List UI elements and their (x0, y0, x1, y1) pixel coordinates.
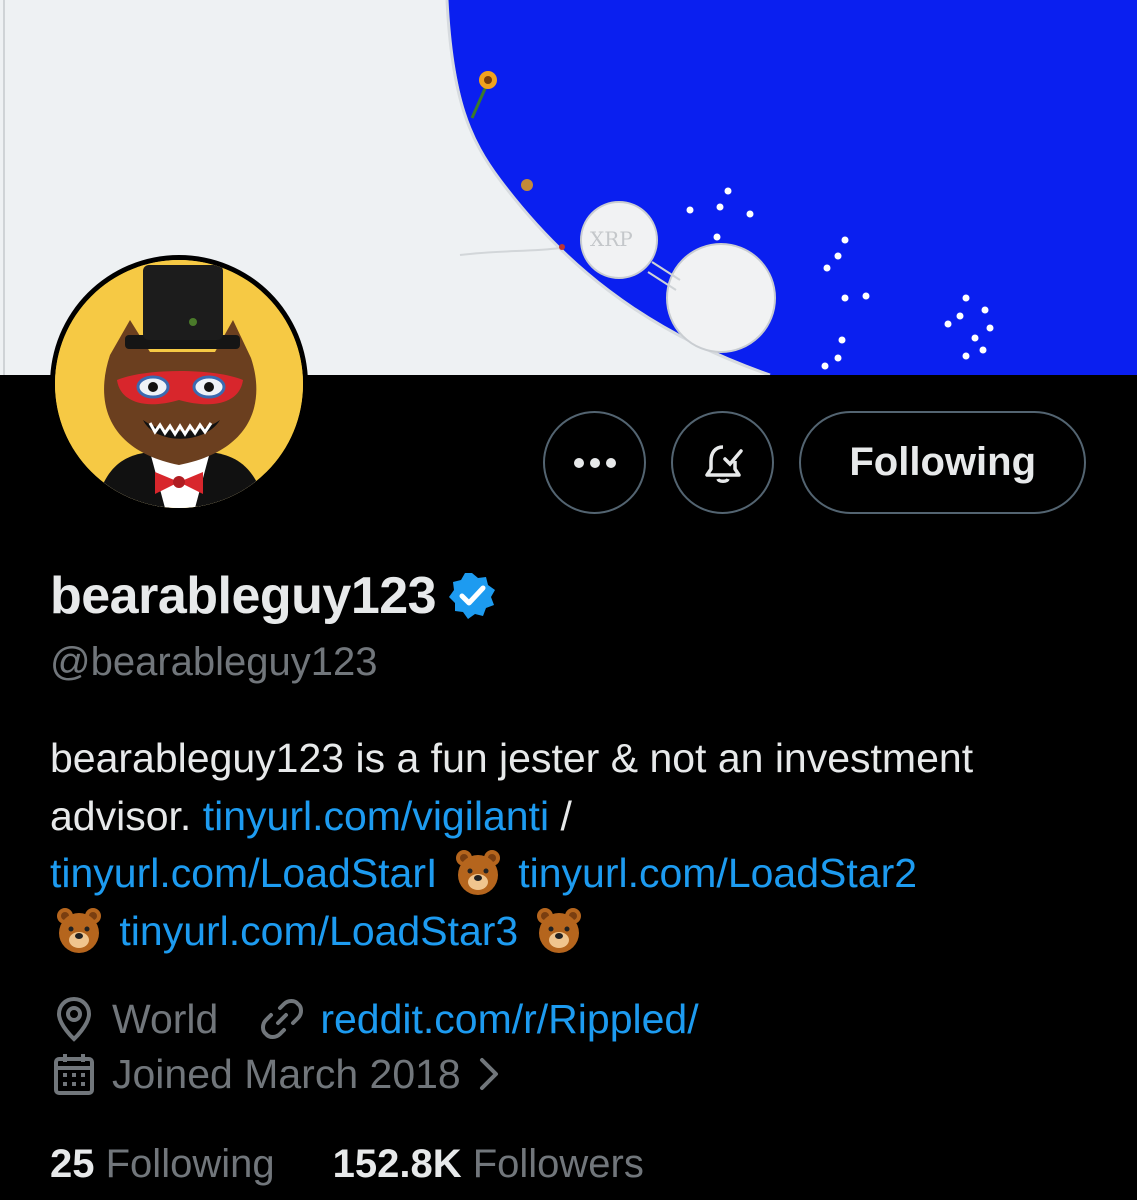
location-text: World (112, 995, 219, 1042)
joined-text: Joined March 2018 (112, 1050, 461, 1097)
following-stat[interactable]: 25 Following (50, 1142, 275, 1187)
more-dots-icon (573, 457, 616, 468)
bear-jester-avatar (55, 260, 303, 508)
following-count: 25 (50, 1142, 95, 1186)
name-row: bearableguy123 (50, 566, 498, 626)
bio-link-loadstar3[interactable]: tinyurl.com/LoadStar3 (119, 908, 518, 954)
website-link[interactable]: reddit.com/r/Rippled/ (320, 996, 698, 1043)
avatar[interactable] (50, 255, 308, 513)
followers-stat[interactable]: 152.8K Followers (333, 1142, 644, 1187)
bear-face-icon (536, 907, 581, 953)
link-icon (261, 999, 304, 1039)
display-name: bearableguy123 (50, 567, 437, 625)
bio-link-vigilanti[interactable]: tinyurl.com/vigilanti (203, 793, 549, 839)
coin-label: XRP (590, 227, 633, 251)
profile-meta-row: World reddit.com/r/Rippled/ (50, 995, 699, 1043)
chevron-right-icon (479, 1058, 498, 1090)
calendar-icon (54, 1054, 94, 1095)
bio: bearableguy123 is a fun jester & not an … (50, 730, 1090, 960)
bio-separator: / (560, 792, 572, 839)
verified-badge-icon[interactable] (446, 570, 498, 622)
bio-link-loadstar2[interactable]: tinyurl.com/LoadStar2 (518, 850, 917, 896)
location-pin-icon (56, 996, 92, 1042)
profile-actions: Following (543, 411, 1086, 514)
following-button-label: Following (849, 440, 1036, 484)
joined-row[interactable]: Joined March 2018 (50, 1050, 503, 1098)
more-button[interactable] (543, 411, 647, 514)
following-label: Following (105, 1142, 275, 1186)
notifications-button[interactable] (671, 411, 775, 514)
following-button[interactable]: Following (799, 411, 1086, 514)
handle: @bearableguy123 (50, 640, 378, 684)
followers-count: 152.8K (332, 1142, 462, 1186)
bear-face-icon (455, 850, 500, 895)
followers-label: Followers (472, 1142, 644, 1186)
website[interactable]: reddit.com/r/Rippled/ (258, 995, 699, 1043)
location: World (50, 995, 218, 1043)
bear-face-icon (57, 907, 101, 953)
follow-stats: 25 Following 152.8K Followers (50, 1142, 644, 1187)
bio-link-loadstar1[interactable]: tinyurl.com/LoadStarI (50, 850, 437, 896)
joined[interactable]: Joined March 2018 (50, 1050, 503, 1098)
bell-check-icon (705, 444, 743, 483)
